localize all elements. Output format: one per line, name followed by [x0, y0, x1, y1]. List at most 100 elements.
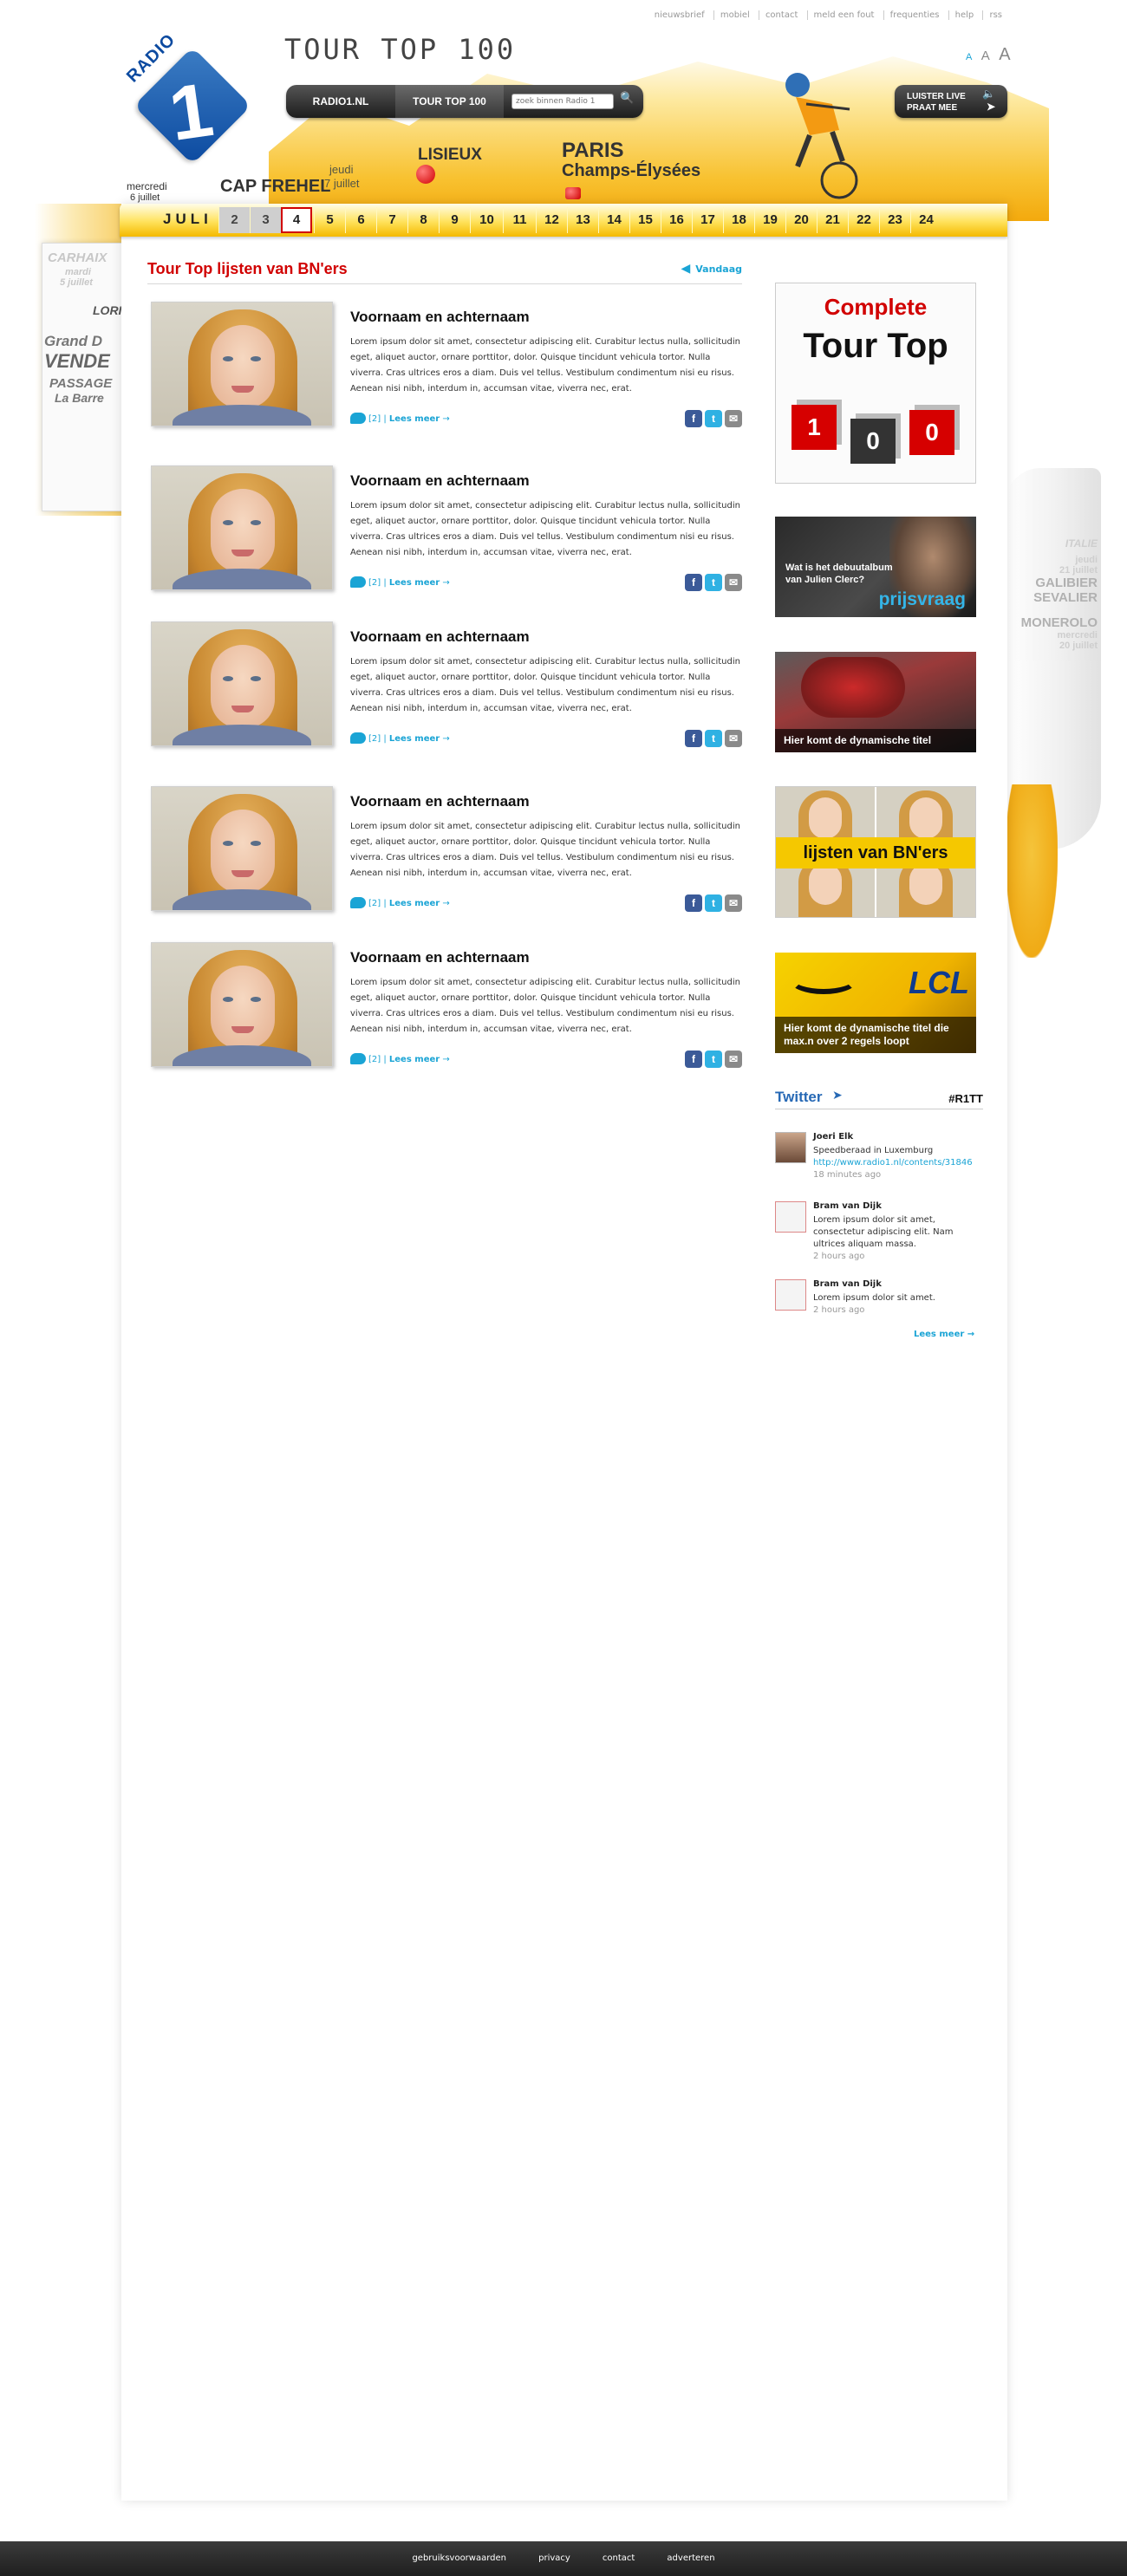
day-tab[interactable]: 13: [567, 207, 598, 233]
day-tab[interactable]: 22: [848, 207, 879, 233]
comment-count[interactable]: [2]: [368, 734, 381, 744]
prijsvraag-banner[interactable]: Wat is het debuutalbum van Julien Clerc?…: [775, 517, 976, 617]
read-more-link[interactable]: Lees meer: [389, 899, 440, 908]
facebook-icon[interactable]: f: [685, 894, 702, 912]
mail-icon[interactable]: ✉: [725, 1051, 742, 1068]
comment-count[interactable]: [2]: [368, 1055, 381, 1064]
mail-icon[interactable]: ✉: [725, 574, 742, 591]
font-size-small[interactable]: A: [966, 52, 972, 62]
mail-icon[interactable]: ✉: [725, 410, 742, 427]
entry-title[interactable]: Voornaam en achternaam: [350, 628, 530, 646]
avatar[interactable]: [775, 1279, 806, 1311]
read-more-link[interactable]: Lees meer: [389, 414, 440, 424]
day-tab-active[interactable]: 4: [281, 207, 312, 233]
person-photo[interactable]: [151, 786, 333, 911]
day-tab[interactable]: 6: [345, 207, 376, 233]
mail-icon[interactable]: ✉: [725, 730, 742, 747]
nav-radio1[interactable]: RADIO1.NL: [286, 85, 395, 118]
person-photo[interactable]: [151, 302, 333, 426]
person-photo[interactable]: [151, 621, 333, 746]
tweet-author[interactable]: Joeri Elk: [813, 1132, 853, 1142]
link-contact[interactable]: contact: [758, 10, 805, 20]
listen-live-button[interactable]: LUISTER LIVE PRAAT MEE 🔈 ➤: [895, 85, 1007, 118]
twitter-hashtag[interactable]: #R1TT: [948, 1092, 983, 1105]
person-photo[interactable]: [151, 942, 333, 1067]
font-size-medium[interactable]: A: [981, 49, 990, 63]
twitter-read-more-link[interactable]: Lees meer →: [914, 1330, 974, 1339]
tweet-author[interactable]: Bram van Dijk: [813, 1279, 882, 1289]
twitter-icon[interactable]: t: [705, 574, 722, 591]
dynamic-title-banner-2[interactable]: LCL Hier komt de dynamische titel die ma…: [775, 953, 976, 1053]
day-tab[interactable]: 5: [314, 207, 345, 233]
twitter-icon[interactable]: t: [705, 730, 722, 747]
entry-title[interactable]: Voornaam en achternaam: [350, 472, 530, 490]
link-nieuwsbrief[interactable]: nieuwsbrief: [648, 10, 711, 20]
entry-title[interactable]: Voornaam en achternaam: [350, 309, 530, 326]
comment-icon[interactable]: [350, 1053, 366, 1064]
comment-count[interactable]: [2]: [368, 899, 381, 908]
comment-icon[interactable]: [350, 897, 366, 908]
entry-title[interactable]: Voornaam en achternaam: [350, 793, 530, 810]
day-tab[interactable]: 10: [470, 207, 503, 233]
day-tab[interactable]: 7: [376, 207, 407, 233]
mail-icon[interactable]: ✉: [725, 894, 742, 912]
twitter-icon[interactable]: t: [705, 410, 722, 427]
day-tab[interactable]: 12: [536, 207, 567, 233]
dynamic-title-banner[interactable]: Hier komt de dynamische titel: [775, 652, 976, 752]
nav-tour-top-100[interactable]: TOUR TOP 100: [395, 85, 504, 118]
comment-icon[interactable]: [350, 413, 366, 424]
comment-icon[interactable]: [350, 732, 366, 744]
person-photo[interactable]: [151, 465, 333, 590]
bners-lists-banner[interactable]: lijsten van BN'ers: [775, 786, 976, 918]
day-tab[interactable]: 21: [817, 207, 848, 233]
read-more-link[interactable]: Lees meer: [389, 734, 440, 744]
day-tab[interactable]: 11: [503, 207, 536, 233]
day-tab[interactable]: 8: [407, 207, 439, 233]
search-input[interactable]: [511, 94, 614, 109]
comment-count[interactable]: [2]: [368, 578, 381, 588]
comment-count[interactable]: [2]: [368, 414, 381, 424]
avatar[interactable]: [775, 1201, 806, 1233]
day-tab[interactable]: 15: [629, 207, 661, 233]
link-rss[interactable]: rss: [982, 10, 1008, 20]
stage-location-pin[interactable]: [416, 165, 435, 184]
day-tab[interactable]: 19: [754, 207, 785, 233]
read-more-link[interactable]: Lees meer: [389, 578, 440, 588]
font-size-large[interactable]: A: [999, 45, 1010, 64]
twitter-icon[interactable]: t: [705, 894, 722, 912]
day-tab[interactable]: 3: [250, 207, 281, 233]
finish-flag-icon[interactable]: [565, 187, 581, 199]
tweet-link[interactable]: http://www.radio1.nl/contents/31846: [813, 1157, 983, 1169]
facebook-icon[interactable]: f: [685, 1051, 702, 1068]
footer-link-contact[interactable]: contact: [603, 2541, 635, 2576]
day-tab[interactable]: 9: [439, 207, 470, 233]
entry-title[interactable]: Voornaam en achternaam: [350, 949, 530, 966]
facebook-icon[interactable]: f: [685, 410, 702, 427]
footer-link-terms[interactable]: gebruiksvoorwaarden: [412, 2541, 506, 2576]
footer-link-advertise[interactable]: adverteren: [667, 2541, 714, 2576]
complete-tour-top-banner[interactable]: Complete Tour Top 1 0 0: [775, 283, 976, 484]
day-tab[interactable]: 2: [218, 207, 250, 233]
twitter-icon[interactable]: t: [705, 1051, 722, 1068]
read-more-link[interactable]: Lees meer: [389, 1055, 440, 1064]
link-frequenties[interactable]: frequenties: [883, 10, 946, 20]
twitter-title[interactable]: Twitter: [775, 1089, 822, 1106]
search-icon[interactable]: 🔍: [620, 92, 634, 105]
avatar[interactable]: [775, 1132, 806, 1163]
tweet-author[interactable]: Bram van Dijk: [813, 1201, 882, 1211]
comment-icon[interactable]: [350, 576, 366, 588]
footer-link-privacy[interactable]: privacy: [538, 2541, 570, 2576]
day-tab[interactable]: 23: [879, 207, 910, 233]
back-to-today-link[interactable]: ◀ Vandaag: [681, 262, 742, 276]
day-tab[interactable]: 14: [598, 207, 629, 233]
link-meld-een-fout[interactable]: meld een fout: [806, 10, 881, 20]
day-tab[interactable]: 18: [723, 207, 754, 233]
day-tab[interactable]: 16: [661, 207, 692, 233]
facebook-icon[interactable]: f: [685, 574, 702, 591]
link-help[interactable]: help: [948, 10, 980, 20]
day-tab[interactable]: 24: [910, 207, 941, 233]
day-tab[interactable]: 17: [692, 207, 723, 233]
day-tab[interactable]: 20: [785, 207, 817, 233]
link-mobiel[interactable]: mobiel: [713, 10, 756, 20]
facebook-icon[interactable]: f: [685, 730, 702, 747]
